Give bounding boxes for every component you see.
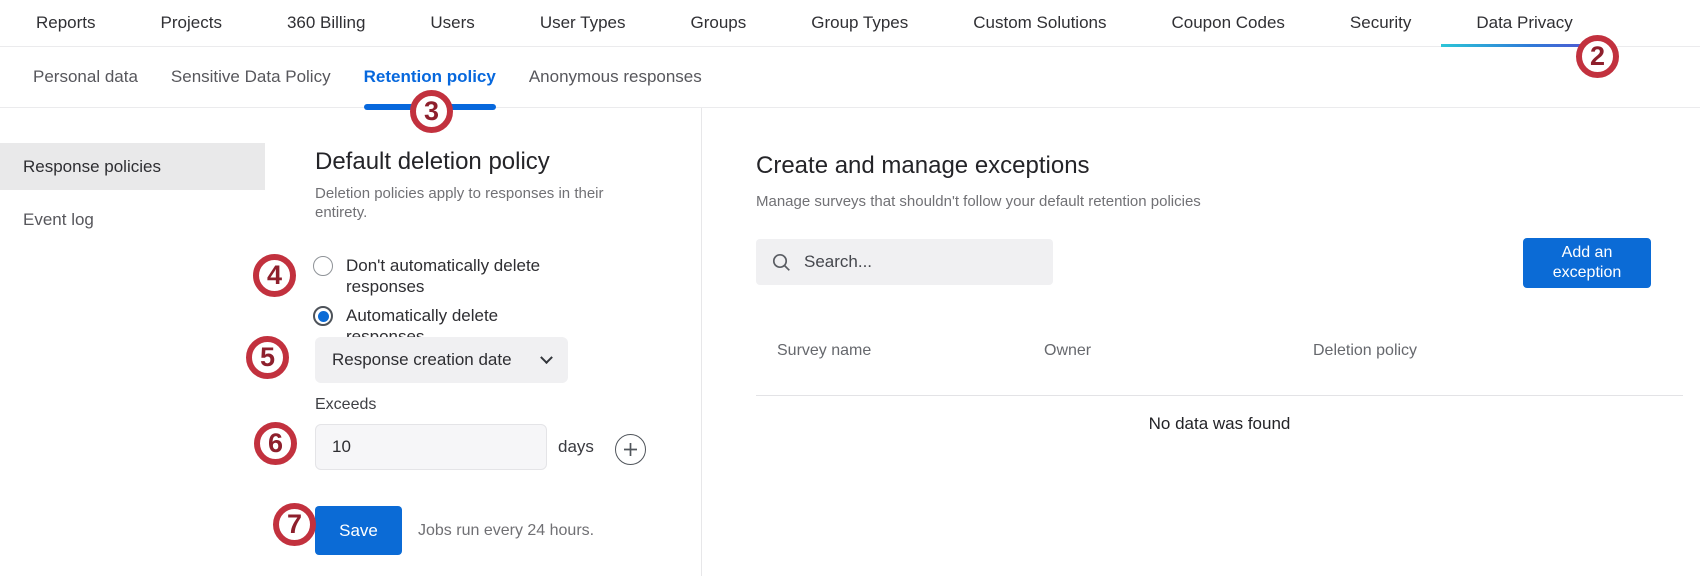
exceptions-description: Manage surveys that shouldn't follow you… [756,193,1201,210]
data-privacy-subtabs: Personal data Sensitive Data Policy Rete… [0,47,1700,108]
annotation-badge-6: 6 [254,422,297,465]
sidebar-item-event-log[interactable]: Event log [0,196,265,243]
table-header-divider [756,395,1683,396]
column-header-label: Owner [1044,342,1091,359]
subtab-label: Personal data [33,67,138,87]
subtab-personal-data[interactable]: Personal data [33,47,138,107]
nav-item-label: Reports [36,13,96,33]
annotation-badge-5: 5 [246,336,289,379]
radio-button-icon[interactable] [313,306,333,326]
search-input[interactable] [804,252,1053,272]
sidebar-item-label: Event log [23,210,94,230]
column-header-label: Survey name [777,342,871,359]
radio-button-icon[interactable] [313,256,333,276]
nav-item-label: User Types [540,13,626,33]
sidebar-item-response-policies[interactable]: Response policies [0,143,265,190]
jobs-schedule-note: Jobs run every 24 hours. [418,506,594,555]
nav-item-label: Coupon Codes [1172,13,1285,33]
nav-item-label: Custom Solutions [973,13,1106,33]
annotation-badge-7: 7 [273,503,316,546]
annotation-badge-3: 3 [410,90,453,133]
nav-item-label: Group Types [811,13,908,33]
annotation-badge-4: 4 [253,254,296,297]
nav-item-reports[interactable]: Reports [36,0,96,46]
nav-item-label: Users [430,13,474,33]
exceeds-label: Exceeds [315,396,376,414]
days-unit-label: days [558,424,594,470]
data-privacy-admin-page: Reports Projects 360 Billing Users User … [0,0,1700,576]
subtab-label: Anonymous responses [529,67,702,87]
deletion-policy-title: Default deletion policy [315,148,550,176]
empty-table-message: No data was found [756,414,1683,434]
nav-item-label: Groups [690,13,746,33]
subtab-sensitive-data-policy[interactable]: Sensitive Data Policy [171,47,331,107]
nav-item-label: Security [1350,13,1411,33]
nav-item-label: Projects [161,13,222,33]
nav-item-user-types[interactable]: User Types [540,0,626,46]
exceeds-days-input[interactable] [315,424,547,470]
nav-item-data-privacy[interactable]: Data Privacy [1476,0,1572,46]
add-exception-button[interactable]: Add an exception [1523,238,1651,288]
nav-item-users[interactable]: Users [430,0,474,46]
save-button[interactable]: Save [315,506,402,555]
plus-icon [622,441,639,458]
subtab-label: Sensitive Data Policy [171,67,331,87]
subtab-label: Retention policy [364,67,496,87]
nav-item-group-types[interactable]: Group Types [811,0,908,46]
nav-item-groups[interactable]: Groups [690,0,746,46]
annotation-badge-2: 2 [1576,35,1619,78]
exceptions-search-box[interactable] [756,239,1053,285]
radio-option-label: Don't automatically delete responses [346,255,541,297]
nav-item-projects[interactable]: Projects [161,0,222,46]
nav-item-label: Data Privacy [1476,13,1572,33]
nav-item-coupon-codes[interactable]: Coupon Codes [1172,0,1285,46]
nav-item-360-billing[interactable]: 360 Billing [287,0,365,46]
deletion-policy-description: Deletion policies apply to responses in … [315,184,625,222]
exceptions-title: Create and manage exceptions [756,152,1090,180]
column-header-label: Deletion policy [1313,342,1417,359]
th-deletion-policy: Deletion policy [1313,342,1417,360]
subtab-anonymous-responses[interactable]: Anonymous responses [529,47,702,107]
top-navigation: Reports Projects 360 Billing Users User … [0,0,1700,47]
add-condition-button[interactable] [615,434,646,465]
th-owner: Owner [1044,342,1091,360]
retention-sidebar: Response policies Event log [0,143,265,249]
nav-item-custom-solutions[interactable]: Custom Solutions [973,0,1106,46]
nav-item-security[interactable]: Security [1350,0,1411,46]
th-survey-name: Survey name [777,342,871,360]
sidebar-item-label: Response policies [23,157,161,177]
search-icon [771,252,792,273]
radio-option-don-t-automatically-delete-responses[interactable]: Don't automatically delete responses [313,255,583,297]
nav-item-label: 360 Billing [287,13,365,33]
